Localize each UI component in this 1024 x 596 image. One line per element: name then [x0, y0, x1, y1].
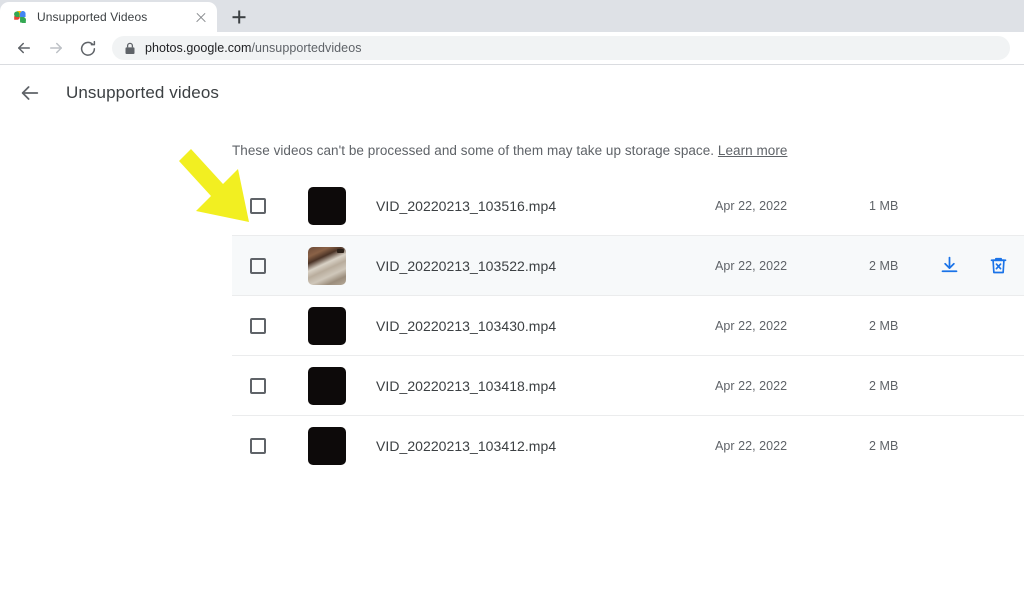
unsupported-videos-list: VID_20220213_103516.mp4 Apr 22, 2022 1 M…	[232, 176, 1024, 476]
notice-message: These videos can't be processed and some…	[232, 143, 714, 158]
address-bar-url: photos.google.com/unsupportedvideos	[145, 41, 362, 55]
table-row[interactable]: VID_20220213_103516.mp4 Apr 22, 2022 1 M…	[232, 176, 1024, 236]
page-title: Unsupported videos	[66, 83, 219, 103]
address-bar[interactable]: photos.google.com/unsupportedvideos	[112, 36, 1010, 60]
table-row[interactable]: VID_20220213_103418.mp4 Apr 22, 2022 2 M…	[232, 356, 1024, 416]
learn-more-link[interactable]: Learn more	[718, 143, 788, 158]
row-checkbox[interactable]	[250, 438, 266, 454]
table-row[interactable]: VID_20220213_103430.mp4 Apr 22, 2022 2 M…	[232, 296, 1024, 356]
file-size: 1 MB	[869, 199, 898, 213]
page-content: Unsupported videos These videos can't be…	[0, 65, 1024, 595]
row-checkbox[interactable]	[250, 378, 266, 394]
file-name: VID_20220213_103430.mp4	[376, 318, 556, 334]
lock-icon	[124, 42, 136, 55]
file-date: Apr 22, 2022	[715, 439, 787, 453]
video-thumbnail[interactable]	[308, 187, 346, 225]
file-name: VID_20220213_103412.mp4	[376, 438, 556, 454]
download-icon[interactable]	[939, 255, 960, 276]
video-thumbnail[interactable]	[308, 427, 346, 465]
google-photos-favicon-icon	[12, 9, 28, 25]
tab-strip: Unsupported Videos	[0, 0, 1024, 32]
browser-forward-icon[interactable]	[42, 34, 70, 62]
file-date: Apr 22, 2022	[715, 379, 787, 393]
video-thumbnail[interactable]	[308, 247, 346, 285]
browser-reload-icon[interactable]	[74, 34, 102, 62]
video-thumbnail[interactable]	[308, 367, 346, 405]
browser-back-icon[interactable]	[10, 34, 38, 62]
content-area: These videos can't be processed and some…	[0, 121, 1024, 476]
file-size: 2 MB	[869, 439, 898, 453]
file-size: 2 MB	[869, 379, 898, 393]
table-row[interactable]: VID_20220213_103412.mp4 Apr 22, 2022 2 M…	[232, 416, 1024, 476]
page-header: Unsupported videos	[0, 65, 1024, 121]
file-size: 2 MB	[869, 259, 898, 273]
file-date: Apr 22, 2022	[715, 259, 787, 273]
video-thumbnail[interactable]	[308, 307, 346, 345]
delete-trash-icon[interactable]	[988, 255, 1009, 276]
new-tab-button[interactable]	[225, 3, 253, 31]
row-checkbox[interactable]	[250, 258, 266, 274]
table-row[interactable]: VID_20220213_103522.mp4 Apr 22, 2022 2 M…	[232, 236, 1024, 296]
page-back-arrow-icon[interactable]	[10, 73, 50, 113]
file-name: VID_20220213_103516.mp4	[376, 198, 556, 214]
row-checkbox[interactable]	[250, 318, 266, 334]
file-date: Apr 22, 2022	[715, 319, 787, 333]
url-domain: photos.google.com	[145, 41, 251, 55]
browser-tab-title: Unsupported Videos	[37, 10, 193, 24]
file-name: VID_20220213_103522.mp4	[376, 258, 556, 274]
file-size: 2 MB	[869, 319, 898, 333]
url-path: /unsupportedvideos	[251, 41, 361, 55]
file-date: Apr 22, 2022	[715, 199, 787, 213]
row-checkbox[interactable]	[250, 198, 266, 214]
file-name: VID_20220213_103418.mp4	[376, 378, 556, 394]
browser-tab-unsupported-videos[interactable]: Unsupported Videos	[0, 2, 217, 32]
notice-text: These videos can't be processed and some…	[232, 121, 1024, 176]
tab-close-icon[interactable]	[193, 9, 209, 25]
browser-toolbar: photos.google.com/unsupportedvideos	[0, 32, 1024, 65]
browser-window: Unsupported Videos	[0, 0, 1024, 596]
row-actions	[939, 255, 1009, 276]
